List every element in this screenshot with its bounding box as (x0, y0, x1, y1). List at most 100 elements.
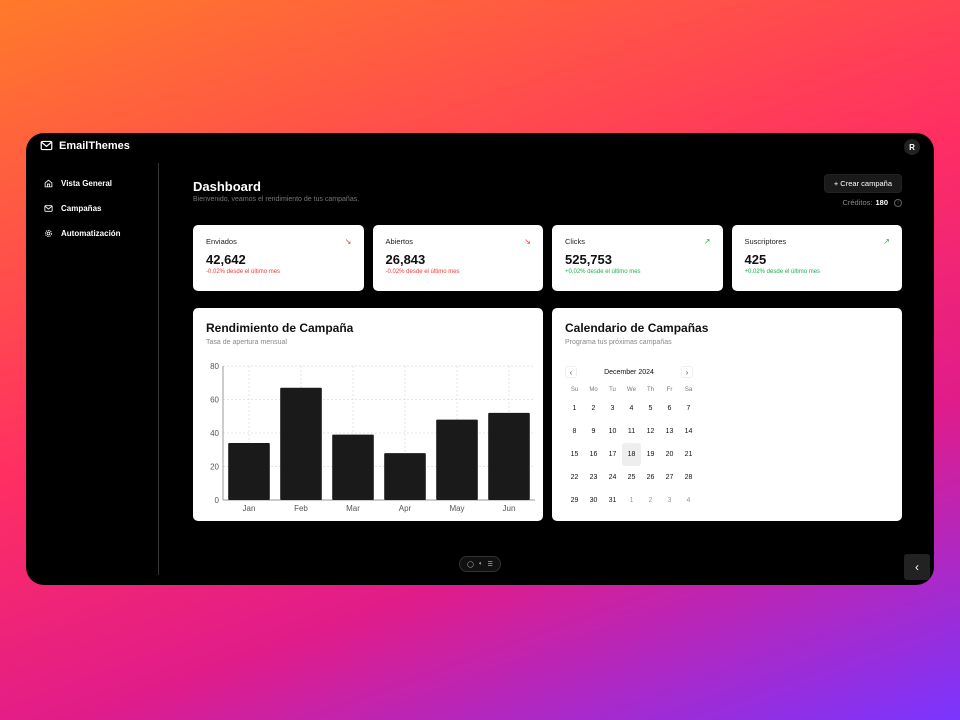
stat-label: Enviados (206, 237, 237, 246)
stat-value: 26,843 (385, 252, 426, 267)
calendar-day[interactable]: 5 (641, 397, 660, 420)
chevron-left-icon[interactable]: ‹ (565, 366, 577, 378)
stat-delta: +0.02% desde el último mes (744, 269, 821, 275)
calendar-day[interactable]: 10 (603, 420, 622, 443)
calendar-day-today[interactable]: 18 (622, 443, 641, 466)
gear-icon (44, 229, 53, 238)
stat-card-abiertos: Abiertos 26,843 -0.02% desde el último m… (372, 225, 543, 291)
stat-card-suscriptores: Suscriptores 425 +0.02% desde el último … (731, 225, 902, 291)
calendar-day[interactable]: 9 (584, 420, 603, 443)
toggle-icon[interactable]: ◐ (479, 561, 483, 567)
calendar-day[interactable]: 21 (679, 443, 698, 466)
calendar-day[interactable]: 22 (565, 466, 584, 489)
page-subtitle: Bienvenido, veamos el rendimiento de tus… (193, 196, 360, 203)
calendar-weekday: Tu (609, 387, 616, 393)
calendar-day[interactable]: 20 (660, 443, 679, 466)
stat-card-enviados: Enviados 42,642 -0.02% desde el último m… (193, 225, 364, 291)
stat-value: 42,642 (206, 252, 246, 267)
y-tick-label: 0 (215, 496, 220, 505)
trend-up-icon: ↗ (703, 237, 711, 246)
trend-down-icon: ↘ (524, 237, 531, 246)
bar (228, 443, 270, 500)
calendar-day[interactable]: 16 (584, 443, 603, 466)
calendar: ‹ December 2024 › Su Mo Tu We Th Fr Sa 1 2 3 4 5 6 7 8… (565, 365, 693, 512)
calendar-day[interactable]: 27 (660, 466, 679, 489)
calendar-day[interactable]: 6 (660, 397, 679, 420)
list-icon[interactable]: ☰ (487, 561, 492, 568)
stat-delta: +0.02% desde el último mes (565, 269, 641, 275)
calendar-day[interactable]: 17 (603, 443, 622, 466)
calendar-day[interactable]: 30 (584, 489, 603, 512)
stat-delta: -0.02% desde el último mes (206, 269, 281, 275)
top-bar: EmailThemes R (26, 133, 934, 161)
calendar-day[interactable]: 23 (584, 466, 603, 489)
sidebar-item-campanas[interactable]: Campañas (26, 196, 158, 221)
mail-icon (40, 140, 53, 151)
stat-label: Abiertos (385, 237, 414, 246)
trend-up-icon: ↗ (883, 237, 890, 246)
calendar-day[interactable]: 11 (622, 420, 641, 443)
sidebar-item-automatizacion[interactable]: Automatización (26, 221, 158, 246)
calendar-header: ‹ December 2024 › (565, 365, 693, 379)
app-name: EmailThemes (59, 139, 130, 152)
stat-card-clicks: Clicks 525,753 +0.02% desde el último me… (552, 225, 723, 291)
sidebar-item-label: Campañas (61, 204, 102, 213)
calendar-day[interactable]: 19 (641, 443, 660, 466)
calendar-panel: Calendario de Campañas Programa tus próx… (552, 308, 902, 521)
y-tick-label: 60 (210, 396, 219, 405)
stat-label: Suscriptores (744, 237, 787, 246)
performance-title: Rendimiento de Campaña (206, 321, 354, 335)
x-tick-label: Jan (243, 504, 256, 513)
calendar-day[interactable]: 31 (603, 489, 622, 512)
calendar-day[interactable]: 28 (679, 466, 698, 489)
chevron-left-icon: ‹ (915, 560, 919, 574)
stat-value: 425 (744, 252, 767, 267)
calendar-day[interactable]: 1 (622, 489, 641, 512)
calendar-day[interactable]: 8 (565, 420, 584, 443)
create-campaign-button[interactable]: + Crear campaña (823, 174, 902, 193)
calendar-day[interactable]: 1 (565, 397, 584, 420)
bar (384, 453, 426, 500)
info-icon[interactable]: i (894, 198, 902, 207)
calendar-day[interactable]: 26 (641, 466, 660, 489)
calendar-day[interactable]: 2 (641, 489, 660, 512)
x-tick-label: May (449, 504, 464, 513)
x-tick-label: Apr (399, 504, 412, 513)
calendar-day[interactable]: 15 (565, 443, 584, 466)
bottom-toolbar: ◯ ◐ ☰ (459, 556, 501, 572)
chat-icon[interactable]: ◯ (467, 561, 474, 568)
bar (280, 387, 322, 500)
calendar-day[interactable]: 13 (660, 420, 679, 443)
calendar-day[interactable]: 3 (660, 489, 679, 512)
chevron-right-icon[interactable]: › (681, 366, 693, 378)
y-tick-label: 20 (210, 463, 219, 472)
calendar-day[interactable]: 29 (565, 489, 584, 512)
page-title: Dashboard (193, 179, 261, 194)
calendar-day[interactable]: 25 (622, 466, 641, 489)
credits-label: Créditos: (842, 198, 873, 207)
calendar-day[interactable]: 12 (641, 420, 660, 443)
calendar-weekday: Fr (666, 387, 673, 393)
stat-label: Clicks (565, 237, 585, 246)
sidebar-item-label: Automatización (61, 229, 121, 238)
calendar-day[interactable]: 24 (603, 466, 622, 489)
calendar-day[interactable]: 7 (679, 397, 698, 420)
stat-value: 525,753 (565, 252, 612, 267)
bar-chart: 0 20 40 60 80 Jan Feb Mar Apr May Jun (210, 362, 535, 513)
sidebar: Vista General Campañas Automatización (26, 163, 159, 575)
calendar-weekday: Th (646, 387, 654, 393)
avatar[interactable]: R (904, 139, 920, 155)
brand-logo[interactable]: EmailThemes (40, 139, 130, 152)
bar (332, 434, 374, 500)
collapse-button[interactable]: ‹ (904, 554, 930, 580)
sidebar-item-label: Vista General (61, 179, 112, 188)
calendar-day[interactable]: 14 (679, 420, 698, 443)
calendar-day[interactable]: 4 (679, 489, 698, 512)
x-tick-label: Mar (346, 504, 360, 513)
calendar-day[interactable]: 3 (603, 397, 622, 420)
trend-down-icon: ↘ (344, 237, 352, 246)
sidebar-item-vista-general[interactable]: Vista General (26, 171, 158, 196)
performance-panel: Rendimiento de Campaña Tasa de apertura … (193, 308, 543, 521)
calendar-day[interactable]: 2 (584, 397, 603, 420)
calendar-day[interactable]: 4 (622, 397, 641, 420)
